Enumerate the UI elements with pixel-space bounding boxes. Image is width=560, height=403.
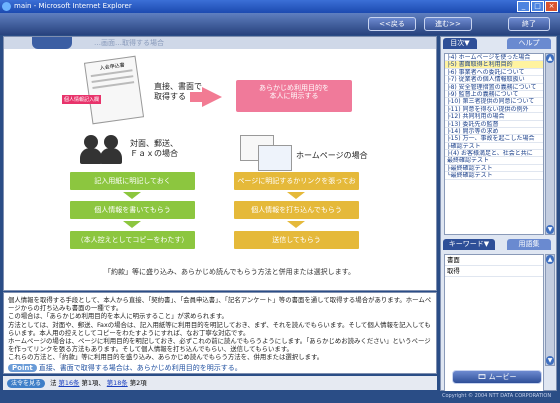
pink-arrow [202, 87, 222, 107]
person-body-icon [100, 148, 122, 164]
maximize-button[interactable]: □ [531, 1, 544, 12]
explanation-line: これらの方法と、「約款」等に利用目的を盛り込み、あらかじめ読んでもらう方法を、併… [8, 353, 324, 362]
left-step-2: 個人情報を書いてもらう [70, 201, 195, 219]
window-title: main - Microsoft Internet Explorer [14, 2, 132, 10]
close-button[interactable]: × [545, 1, 558, 12]
tab-help[interactable]: ヘルプ [507, 38, 551, 49]
form-line [92, 81, 135, 89]
movie-button[interactable]: 🎞 ムービー [452, 370, 542, 384]
toc-item[interactable]: ├7) 従業者の個人情報取扱い [445, 76, 543, 84]
toc-item[interactable]: └最終確認テスト [445, 172, 543, 180]
header-tab [32, 37, 72, 49]
tab-keyword[interactable]: キーワード▼ [443, 239, 495, 250]
person-icon [84, 135, 98, 149]
scroll-up-icon[interactable]: ▲ [546, 54, 554, 63]
point-text: 直接、書面で取得する場合は、あらかじめ利用目的を明示する。 [38, 363, 242, 372]
diagram-caption: 「約款」等に盛り込み、あらかじめ読んでもらう方法と併用または選択します。 [104, 268, 355, 276]
toc-item[interactable]: ├9) 監督上の義務について [445, 91, 543, 99]
toc-item[interactable]: ├15) 万一、事故を起こした場合 [445, 135, 543, 143]
left-step-1: 記入用紙に明記しておく [70, 172, 195, 190]
toc-item[interactable]: ├12) 共同利用の場合 [445, 113, 543, 121]
application-form-illustration: 入会申込書 [83, 55, 145, 125]
purpose-notice-box: あらかじめ利用目的を 本人に明示する [236, 80, 352, 112]
forward-button[interactable]: 進む>> [424, 17, 472, 31]
toc-item[interactable]: ├4) ホームページを使った場合 [445, 54, 543, 62]
toc-item[interactable]: ├14) 開示等の求め [445, 128, 543, 136]
keyword-item[interactable]: 取得 [445, 266, 543, 277]
toc-item[interactable]: ├10) 第三者提供の同意について [445, 98, 543, 106]
explanation-line: 方法としては、対面や、郵送、Faxの場合は、記入用紙等に利用目的を明記しておき、… [8, 320, 431, 337]
toc-item-selected[interactable]: ├5) 書面取得と利用目的 [445, 61, 543, 69]
keyword-scrollbar[interactable]: ▲ ▼ [545, 254, 555, 366]
toc-item[interactable]: ├11) 同意を得ない提供の例外 [445, 106, 543, 114]
header-text: …画面…取得する場合 [94, 39, 164, 47]
toc-item[interactable]: ├(4) お客様満足と、社会と共に [445, 150, 543, 158]
explanation-line: ホームページの場合は、ページに利用目的を明記しておき、必ずこれの前に読んでもらう… [8, 337, 431, 354]
left-step-3: （本人控えとしてコピーをわたす） [70, 231, 195, 249]
left-arrow-down [123, 221, 141, 228]
slide-content: …画面…取得する場合 入会申込書 個人情報記入欄 直接、書面で 取得する あらか… [3, 36, 437, 291]
toc-item[interactable]: ├8) 安全管理措置の義務について [445, 84, 543, 91]
scroll-down-icon[interactable]: ▼ [546, 225, 554, 234]
face-mail-fax-label: 対面、郵送、 Ｆａｘの場合 [130, 139, 178, 158]
exit-button[interactable]: 終了 [508, 17, 550, 31]
explanation-text-panel: 個人情報を取得する手段として、本人から直接、「契約書」、「会員申込書」、「記名ア… [3, 292, 437, 374]
tab-toc[interactable]: 目次▼ [443, 38, 477, 49]
toc-item[interactable]: ├最終確認テスト [445, 165, 543, 173]
film-icon: 🎞 [477, 373, 489, 381]
left-arrow-down [123, 192, 141, 199]
toc-item[interactable]: ├確認テスト [445, 143, 543, 151]
keyword-item[interactable]: 書面 [445, 255, 543, 266]
person-body-icon [80, 148, 102, 164]
law-text: 第2項 [129, 379, 147, 387]
right-step-2: 個人情報を打ち込んでもらう [234, 201, 359, 219]
back-button[interactable]: <<戻る [368, 17, 416, 31]
person-icon [104, 135, 118, 149]
content-header: …画面…取得する場合 [4, 37, 436, 49]
explanation-line: 個人情報を取得する手段として、本人から直接、「契約書」、「会員申込書」、「記名ア… [8, 296, 432, 313]
form-tag: 個人情報記入欄 [62, 95, 102, 104]
navigation-bar: <<戻る 進む>> 終了 [0, 13, 560, 35]
right-arrow-down [287, 192, 305, 199]
view-law-button[interactable]: 法令を見る [7, 379, 46, 388]
ie-icon [2, 2, 11, 11]
scroll-up-icon[interactable]: ▲ [546, 255, 554, 264]
law-link-article-16[interactable]: 第16条 [59, 379, 80, 387]
side-panel: 目次▼ ヘルプ ├4) ホームページを使った場合 ├5) 書面取得と利用目的 ├… [440, 36, 557, 402]
point-badge: Point [8, 363, 37, 372]
right-step-1: ページに明記するかリンクを張っておく [234, 172, 359, 203]
law-reference-bar: 法令を見る 法 第16条 第1項、 第18条 第2項 [3, 376, 437, 390]
law-prefix: 法 [50, 379, 57, 387]
minimize-button[interactable]: _ [517, 1, 530, 12]
right-arrow-down [287, 221, 305, 228]
toc-list: ├4) ホームページを使った場合 ├5) 書面取得と利用目的 ├6) 事業者への… [444, 53, 544, 235]
explanation-line: この場合は、「あらかじめ利用目的を本人に明示すること」が求められます。 [8, 312, 228, 321]
right-step-3: 送信してもらう [234, 231, 359, 249]
scroll-down-icon[interactable]: ▼ [546, 356, 554, 365]
toc-item[interactable]: ├6) 事業者への委託について [445, 69, 543, 77]
law-text: 第1項、 [81, 379, 105, 387]
toc-item[interactable]: 最終確認テスト [445, 157, 543, 165]
tab-glossary[interactable]: 用語集 [507, 239, 551, 250]
window-controls: _ □ × [517, 1, 558, 12]
copyright-text: Copyright © 2004 NTT DATA CORPORATION [442, 393, 552, 399]
window-titlebar: main - Microsoft Internet Explorer _ □ × [0, 0, 560, 13]
movie-label: ムービー [488, 373, 517, 381]
law-link-article-18[interactable]: 第18条 [107, 379, 128, 387]
toc-scrollbar[interactable]: ▲ ▼ [545, 53, 555, 235]
side-tabs: 目次▼ ヘルプ [441, 37, 556, 50]
homepage-window-illustration [258, 145, 292, 171]
homepage-label: ホームページの場合 [296, 151, 368, 160]
toc-item[interactable]: ├13) 委託先の監督 [445, 121, 543, 128]
